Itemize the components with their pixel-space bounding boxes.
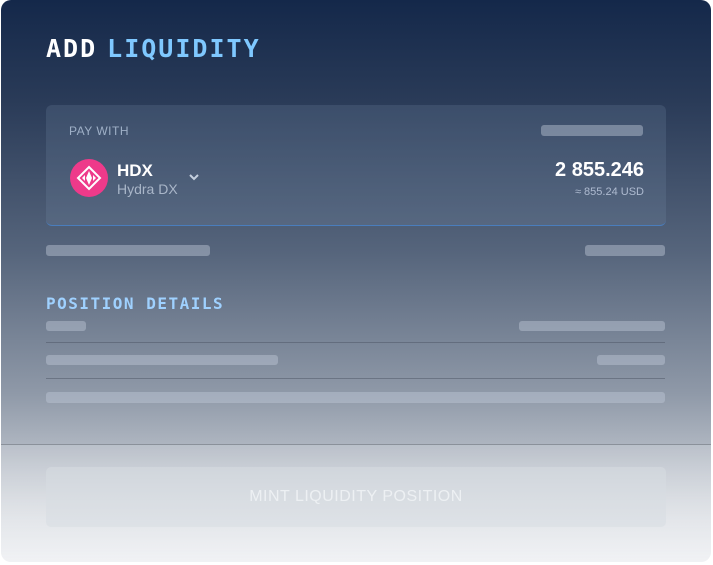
pay-with-card: PAY WITH HDX Hydra DX 2 855.246 ≈ 855.24…	[46, 105, 666, 226]
detail-row-1-value	[519, 321, 665, 331]
amount-input[interactable]: 2 855.246	[555, 159, 644, 182]
page-title: ADD LIQUIDITY	[46, 36, 261, 61]
detail-divider-1	[46, 342, 665, 343]
detail-row-3	[46, 392, 665, 403]
mint-liquidity-position-button[interactable]: MINT LIQUIDITY POSITION	[46, 467, 666, 527]
usd-value: ≈ 855.24 USD	[574, 186, 644, 198]
detail-row-2-label	[46, 355, 278, 365]
token-name: Hydra DX	[117, 181, 178, 197]
page-title-word-add: ADD	[46, 34, 98, 63]
token-selector[interactable]: HDX Hydra DX	[46, 105, 216, 225]
detail-row-2-value	[597, 355, 665, 365]
token-symbol: HDX	[117, 161, 153, 180]
balance-placeholder	[541, 125, 643, 136]
info-placeholder-left	[46, 245, 210, 256]
hydradx-logo-icon	[70, 159, 108, 197]
detail-row-1-label	[46, 321, 86, 331]
info-placeholder-right	[585, 245, 665, 256]
add-liquidity-panel: ADD LIQUIDITY PAY WITH HDX Hydra DX 2 855…	[1, 0, 711, 562]
chevron-down-icon	[189, 174, 199, 181]
page-title-word-liquidity: LIQUIDITY	[107, 34, 261, 63]
detail-divider-2	[46, 378, 665, 379]
position-details-title: POSITION DETAILS	[46, 294, 225, 313]
